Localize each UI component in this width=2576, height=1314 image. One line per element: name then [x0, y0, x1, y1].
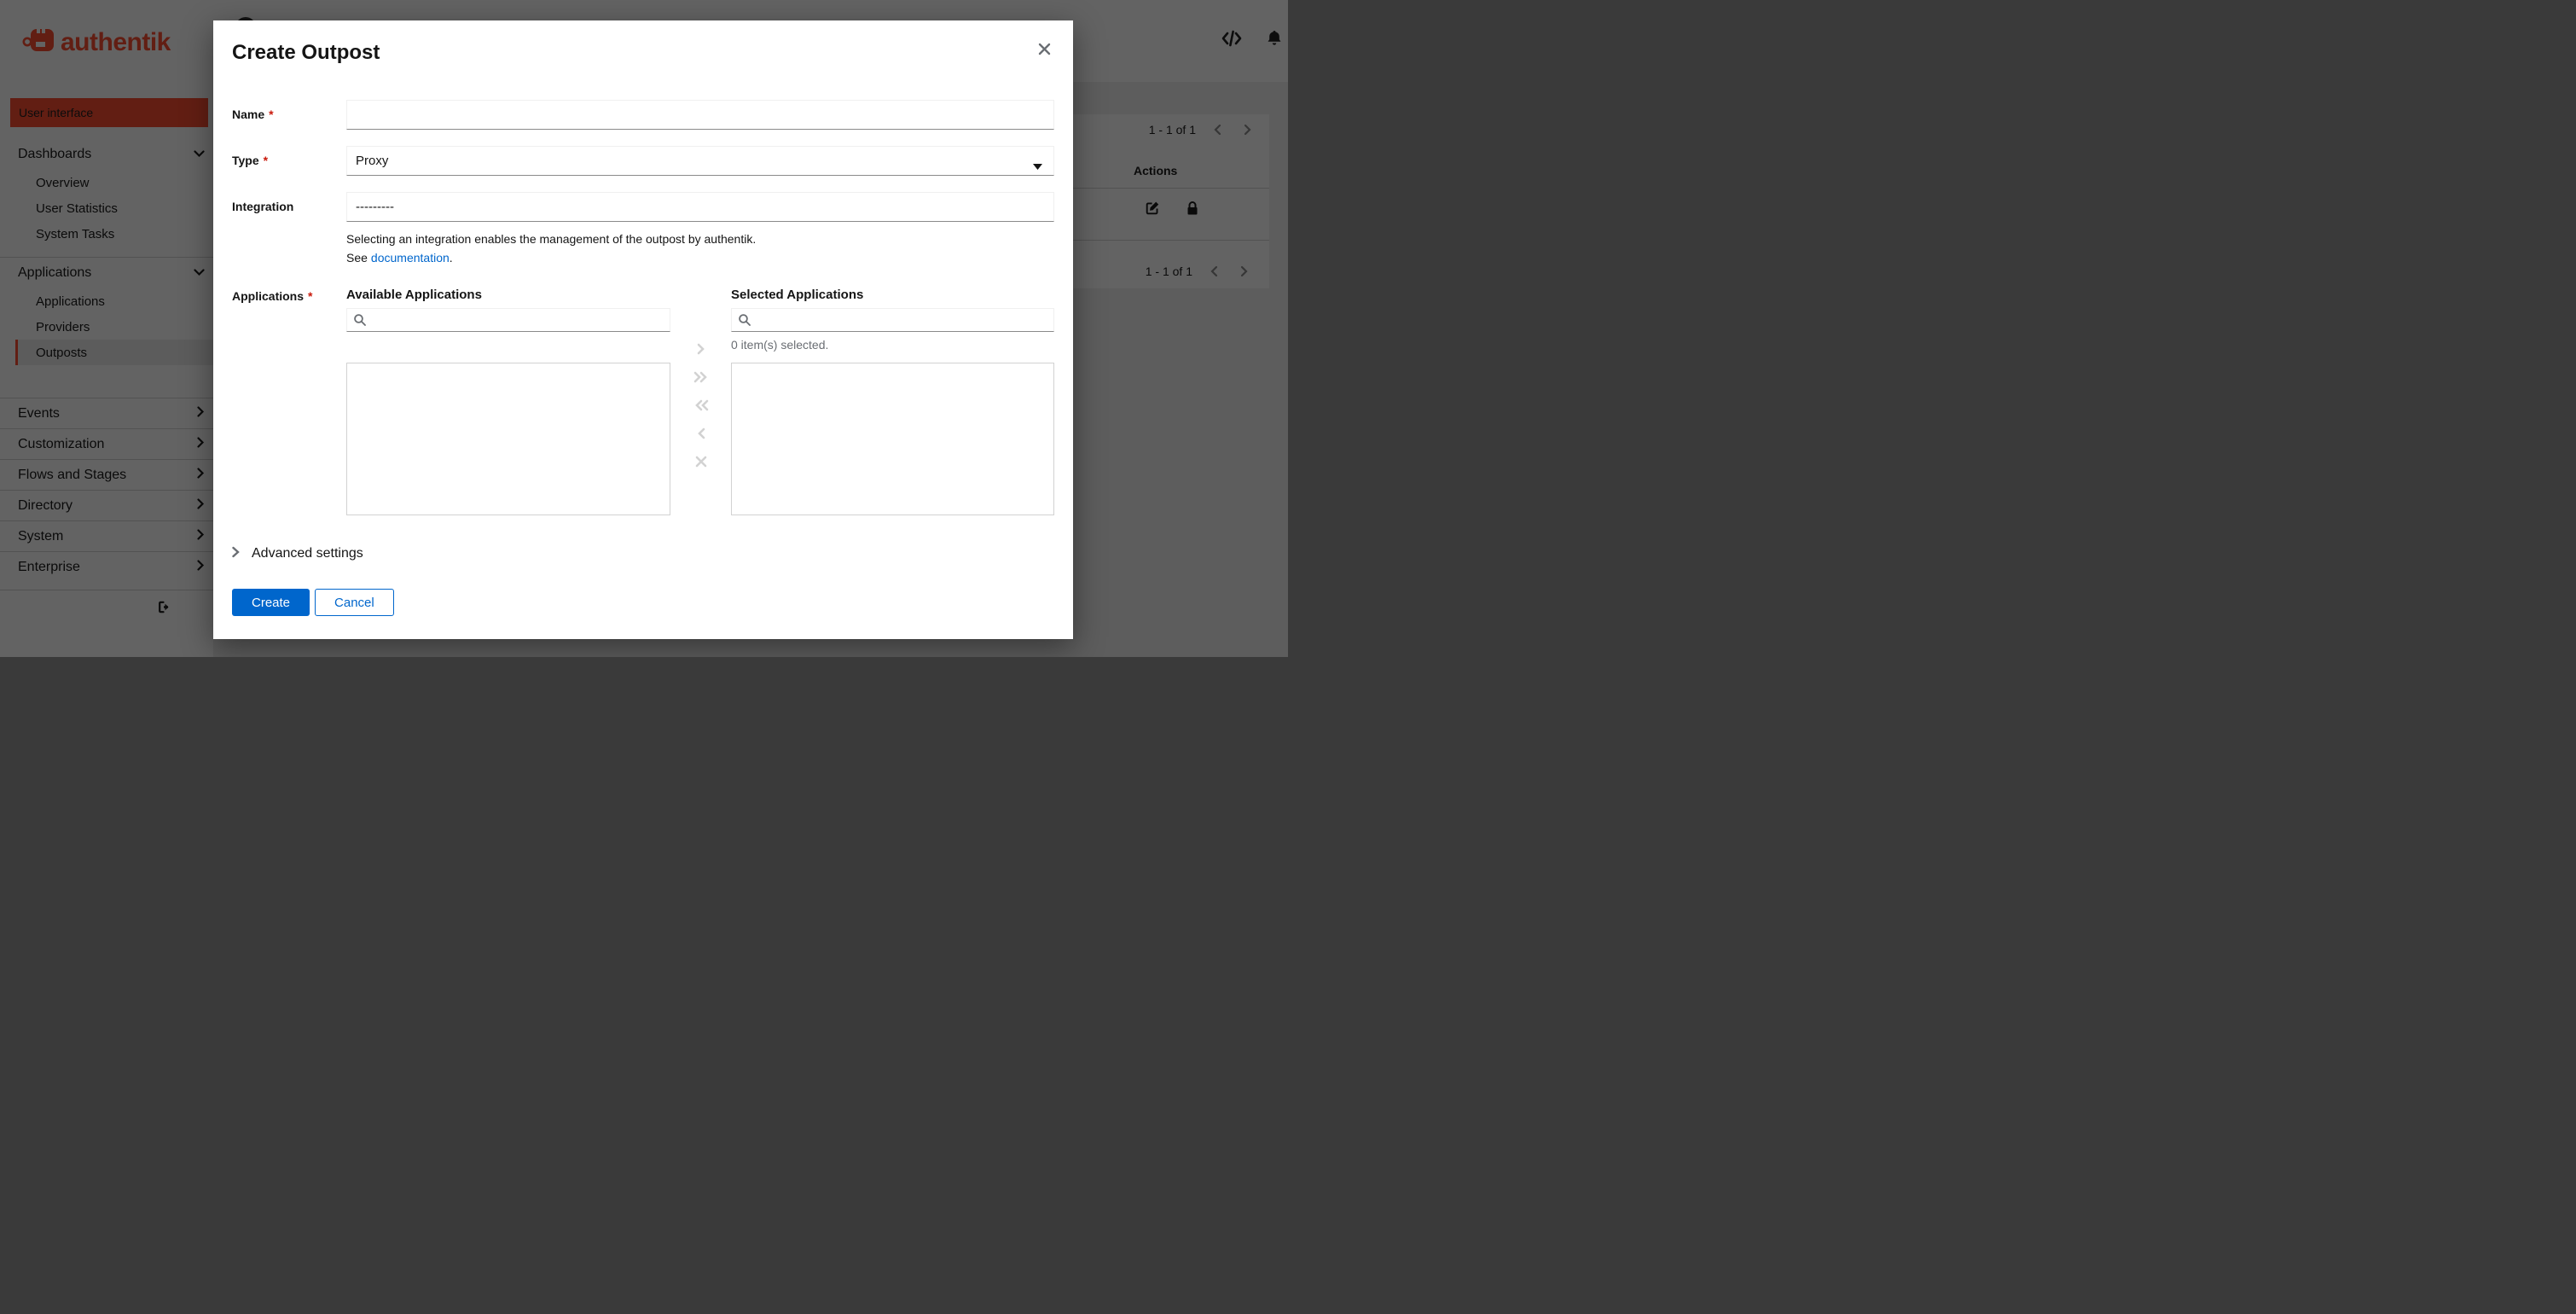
type-select[interactable]: Proxy [346, 146, 1054, 176]
modal-title: Create Outpost [232, 41, 380, 64]
selected-applications-title: Selected Applications [731, 288, 864, 302]
search-icon [738, 313, 751, 331]
required-asterisk: * [269, 108, 274, 121]
applications-label: Applications [232, 289, 305, 303]
selected-applications-list[interactable] [731, 363, 1054, 515]
applications-field-row: Applications * Available Applications Se… [232, 288, 1054, 515]
create-outpost-form: Name * Type * Proxy Integration --------… [232, 100, 1054, 616]
documentation-link[interactable]: documentation [371, 251, 450, 265]
add-all-icon[interactable] [693, 368, 709, 386]
advanced-settings-label: Advanced settings [252, 546, 363, 561]
selected-search-input[interactable] [731, 308, 1054, 332]
clear-selection-icon[interactable] [695, 452, 707, 470]
dual-list-controls [670, 288, 731, 515]
available-applications-list[interactable] [346, 363, 670, 515]
create-button[interactable]: Create [232, 589, 310, 616]
modal-footer: Create Cancel [232, 589, 1054, 616]
chevron-right-icon [232, 546, 240, 562]
name-field-row: Name * [232, 100, 1054, 130]
remove-selected-icon[interactable] [697, 424, 705, 442]
advanced-settings-toggle[interactable]: Advanced settings [232, 544, 1054, 563]
close-icon[interactable] [1038, 43, 1051, 58]
type-field-row: Type * Proxy [232, 146, 1054, 176]
add-selected-icon[interactable] [697, 340, 705, 358]
selected-count-text: 0 item(s) selected. [731, 338, 829, 352]
required-asterisk: * [308, 289, 313, 303]
required-asterisk: * [263, 154, 269, 167]
available-applications-pane: Available Applications [346, 288, 670, 515]
integration-help-text: Selecting an integration enables the man… [346, 232, 757, 265]
remove-all-icon[interactable] [693, 396, 709, 414]
integration-label: Integration [232, 200, 294, 213]
page-root: authentik User interface Dashboards Over… [0, 0, 1288, 657]
available-applications-title: Available Applications [346, 288, 482, 302]
available-search-input[interactable] [346, 308, 670, 332]
type-select-value: Proxy [356, 154, 389, 168]
cancel-button[interactable]: Cancel [315, 589, 394, 616]
integration-select[interactable]: --------- [346, 192, 1054, 222]
integration-select-value: --------- [356, 200, 394, 214]
name-label: Name [232, 108, 265, 121]
type-label: Type [232, 154, 259, 167]
name-input[interactable] [346, 100, 1054, 130]
search-icon [353, 313, 367, 331]
integration-field-row: Integration --------- Selecting an integ… [232, 192, 1054, 267]
caret-down-icon [1033, 159, 1042, 173]
create-outpost-modal: Create Outpost Name * Type * Proxy Integ… [213, 20, 1073, 639]
selected-applications-pane: Selected Applications 0 item(s) selected… [731, 288, 1054, 515]
